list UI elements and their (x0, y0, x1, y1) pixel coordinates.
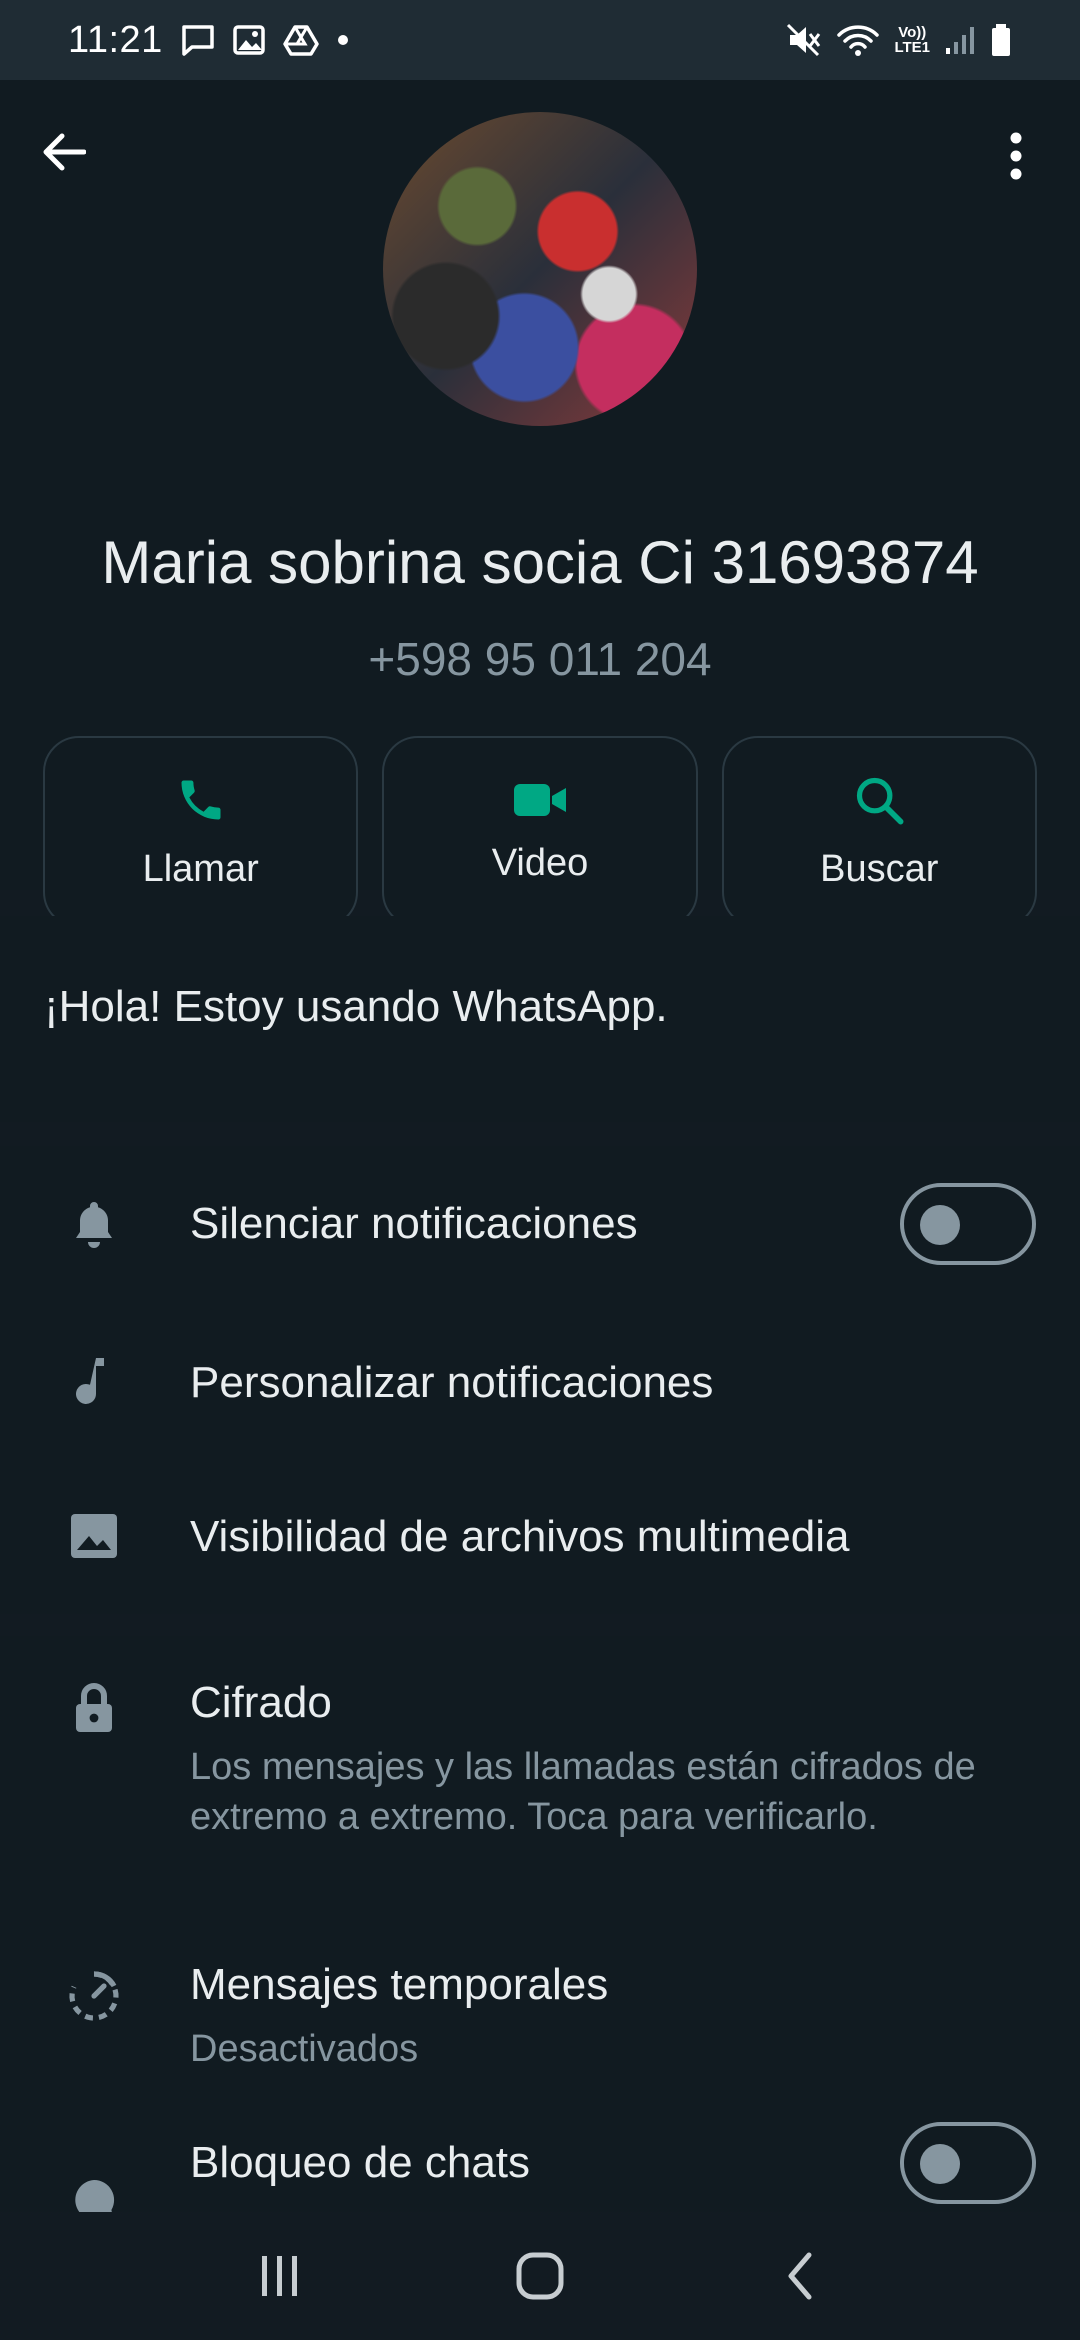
encryption-description: Los mensajes y las llamadas están cifrad… (190, 1746, 976, 1838)
encryption-row[interactable]: Cifrado Los mensajes y las llamadas está… (0, 1636, 1080, 1912)
recent-apps-button[interactable] (240, 2236, 320, 2316)
video-icon (513, 783, 566, 816)
dot-icon (337, 35, 348, 45)
contact-name: Maria sobrina socia Ci 31693874 (101, 529, 979, 596)
about-section[interactable]: ¡Hola! Estoy usando WhatsApp. (0, 916, 1080, 1122)
volte-label: Vo)) (898, 24, 927, 41)
encryption-label: Cifrado (190, 1678, 332, 1727)
about-text: ¡Hola! Estoy usando WhatsApp. (44, 982, 668, 1031)
search-icon (857, 777, 904, 824)
message-icon (182, 25, 214, 56)
chat-lock-row[interactable]: Bloqueo de chats (0, 2118, 1080, 2212)
status-bar: 11:21 Vo)) LTE1 (0, 0, 1080, 80)
image-icon (233, 25, 265, 55)
action-buttons: Llamar Video Buscar (43, 736, 1037, 928)
contact-info-page: Maria sobrina socia Ci 31693874 +598 95 … (0, 80, 1080, 2212)
media-visibility-row[interactable]: Visibilidad de archivos multimedia (0, 1462, 1080, 1614)
search-label: Buscar (820, 847, 939, 890)
video-button[interactable]: Video (382, 736, 698, 928)
call-label: Llamar (142, 847, 259, 890)
chat-lock-toggle[interactable] (900, 2122, 1036, 2204)
volte-indicator: Vo)) LTE1 (894, 25, 930, 55)
back-nav-button[interactable] (760, 2236, 840, 2316)
home-icon (516, 2252, 564, 2300)
mute-notifications-row[interactable]: Silenciar notificaciones (0, 1146, 1080, 1302)
system-navigation-bar (0, 2212, 1080, 2340)
home-button[interactable] (500, 2236, 580, 2316)
lock-icon (64, 1678, 124, 1738)
signal-icon (946, 27, 974, 54)
arrow-left-icon (43, 133, 86, 171)
toggle-knob (920, 1205, 960, 1245)
chevron-left-icon (788, 2252, 812, 2300)
custom-notifications-label: Personalizar notificaciones (190, 1358, 714, 1407)
mute-icon (787, 23, 821, 57)
media-visibility-label: Visibilidad de archivos multimedia (190, 1512, 850, 1561)
notification-settings-section: Silenciar notificaciones Personalizar no… (0, 1146, 1080, 1614)
contact-phone: +598 95 011 204 (368, 633, 712, 685)
lte-label: LTE1 (894, 39, 930, 56)
timer-icon (64, 1966, 124, 2026)
call-button[interactable]: Llamar (43, 736, 359, 928)
bell-icon (64, 1194, 124, 1254)
wifi-icon (837, 25, 880, 56)
search-button[interactable]: Buscar (721, 736, 1037, 928)
disappearing-messages-status: Desactivados (190, 2028, 419, 2070)
disappearing-messages-row[interactable]: Mensajes temporales Desactivados (0, 1912, 1080, 2118)
chat-lock-icon (64, 2172, 124, 2212)
mute-notifications-label: Silenciar notificaciones (190, 1199, 638, 1248)
profile-section: Maria sobrina socia Ci 31693874 +598 95 … (0, 80, 1080, 928)
music-note-icon (64, 1352, 124, 1412)
image-icon (64, 1506, 124, 1566)
more-vertical-icon (1010, 132, 1022, 180)
phone-icon (181, 780, 221, 819)
disappearing-messages-label: Mensajes temporales (190, 1960, 609, 2009)
drive-icon (283, 25, 319, 56)
mute-notifications-toggle[interactable] (900, 1183, 1036, 1265)
notification-icons (181, 24, 349, 56)
system-icons: Vo)) LTE1 (786, 23, 1012, 57)
contact-avatar[interactable] (383, 112, 697, 426)
chat-lock-label: Bloqueo de chats (190, 2138, 531, 2187)
custom-notifications-row[interactable]: Personalizar notificaciones (0, 1302, 1080, 1462)
privacy-section: Cifrado Los mensajes y las llamadas está… (0, 1636, 1080, 2212)
back-button[interactable] (36, 124, 92, 180)
status-time: 11:21 (68, 18, 163, 61)
video-label: Video (491, 841, 589, 884)
more-options-button[interactable] (988, 124, 1044, 188)
recent-apps-icon (262, 2256, 297, 2296)
battery-icon (992, 24, 1010, 56)
toggle-knob (920, 2144, 960, 2184)
